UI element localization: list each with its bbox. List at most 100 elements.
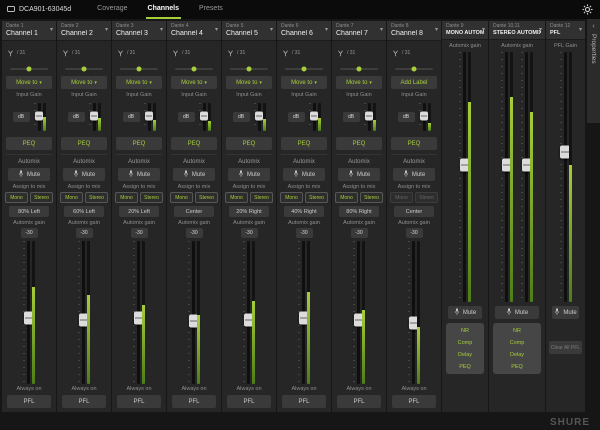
peq-button[interactable]: PEQ [495, 361, 539, 372]
channel-header[interactable]: Dante 7 Channel 7 ▾ [332, 21, 386, 41]
mute-button[interactable]: Mute [118, 168, 160, 181]
stereo-button[interactable]: Stereo [30, 192, 53, 203]
lobe-dot[interactable] [302, 67, 307, 72]
channel-header[interactable]: Dante 4 Channel 4 ▾ [167, 21, 221, 41]
input-gain-value[interactable]: dB [398, 112, 415, 122]
device-selector[interactable]: DCA901-63045d [7, 0, 71, 19]
input-gain-fader[interactable] [148, 103, 151, 131]
channel-header[interactable]: Dante 3 Channel 3 ▾ [112, 21, 166, 41]
channel-header[interactable]: Dante 8 Channel 8 ▾ [387, 21, 441, 41]
pan-value[interactable]: 60% Left [64, 206, 104, 217]
mute-button[interactable]: Mute [393, 168, 435, 181]
channel-header[interactable]: Dante 5 Channel 5 ▾ [222, 21, 276, 41]
automix-gain-value[interactable]: -30 [131, 228, 148, 238]
tab-coverage[interactable]: Coverage [95, 0, 129, 19]
automix-gain-value[interactable]: -30 [351, 228, 368, 238]
pan-value[interactable]: Center [394, 206, 434, 217]
settings-gear-icon[interactable] [582, 0, 593, 19]
stereo-button[interactable]: Stereo [140, 192, 163, 203]
channel-header[interactable]: Dante 6 Channel 6 ▾ [277, 21, 331, 41]
chevron-down-icon[interactable]: ▾ [105, 26, 108, 33]
input-gain-fader[interactable] [423, 103, 426, 131]
mute-button[interactable]: Mute [283, 168, 325, 181]
mute-button[interactable]: Mute [338, 168, 380, 181]
channel-fader[interactable] [302, 241, 305, 384]
comp-button[interactable]: Comp [495, 337, 539, 348]
move-to-button[interactable]: Move to ▾ [171, 76, 217, 89]
mute-button[interactable]: Mute [63, 168, 105, 181]
stereo-left-fader[interactable] [505, 52, 508, 302]
channel-fader[interactable] [27, 241, 30, 384]
fader-handle[interactable] [365, 111, 373, 120]
move-to-button[interactable]: Move to ▾ [226, 76, 272, 89]
tab-channels[interactable]: Channels [146, 0, 182, 19]
input-gain-fader[interactable] [258, 103, 261, 131]
chevron-down-icon[interactable]: ▾ [482, 26, 485, 33]
pan-value[interactable]: 20% Right [229, 206, 269, 217]
mono-button[interactable]: Mono [170, 192, 193, 203]
lobe-dot[interactable] [82, 67, 87, 72]
output-header[interactable]: Dante 12 PFL ▾ [546, 21, 585, 40]
pfl-button[interactable]: PFL [337, 395, 381, 408]
lobe-dot[interactable] [412, 67, 417, 72]
lobe-slider[interactable] [340, 68, 378, 70]
stereo-button[interactable]: Stereo [360, 192, 383, 203]
input-gain-value[interactable]: dB [178, 112, 195, 122]
lobe-dot[interactable] [137, 67, 142, 72]
stereo-button[interactable]: Stereo [415, 192, 438, 203]
output-header[interactable]: Dante 10,11 STEREO AUTOMIX ▾ [489, 21, 545, 40]
channel-fader[interactable] [82, 241, 85, 384]
mute-button[interactable]: Mute [228, 168, 270, 181]
pan-value[interactable]: 20% Left [119, 206, 159, 217]
lobe-dot[interactable] [357, 67, 362, 72]
fader-handle[interactable] [200, 111, 208, 120]
mono-button[interactable]: Mono [225, 192, 248, 203]
stereo-button[interactable]: Stereo [305, 192, 328, 203]
comp-button[interactable]: Comp [448, 337, 482, 348]
chevron-down-icon[interactable]: ▾ [270, 26, 273, 33]
mono-button[interactable]: Mono [280, 192, 303, 203]
channel-fader[interactable] [137, 241, 140, 384]
mono-button[interactable]: Mono [335, 192, 358, 203]
automix-gain-value[interactable]: -30 [76, 228, 93, 238]
chevron-down-icon[interactable]: ▾ [215, 26, 218, 33]
automix-gain-value[interactable]: -30 [186, 228, 203, 238]
input-gain-value[interactable]: dB [13, 112, 30, 122]
chevron-down-icon[interactable]: ▾ [380, 26, 383, 33]
pfl-button[interactable]: PFL [7, 395, 51, 408]
input-gain-fader[interactable] [203, 103, 206, 131]
peq-button[interactable]: PEQ [61, 137, 107, 150]
input-gain-fader[interactable] [38, 103, 41, 131]
pfl-fader[interactable] [564, 52, 567, 302]
properties-panel-tab[interactable]: ‹ Properties [587, 19, 600, 123]
pfl-button[interactable]: PFL [282, 395, 326, 408]
input-gain-value[interactable]: dB [233, 112, 250, 122]
lobe-slider[interactable] [175, 68, 213, 70]
peq-button[interactable]: PEQ [116, 137, 162, 150]
lobe-dot[interactable] [247, 67, 252, 72]
move-to-button[interactable]: Move to ▾ [116, 76, 162, 89]
peq-button[interactable]: PEQ [171, 137, 217, 150]
lobe-dot[interactable] [192, 67, 197, 72]
mute-button[interactable]: Mute [173, 168, 215, 181]
channel-fader[interactable] [247, 241, 250, 384]
stereo-right-fader[interactable] [525, 52, 528, 302]
lobe-slider[interactable] [230, 68, 268, 70]
chevron-down-icon[interactable]: ▾ [325, 26, 328, 33]
mono-button[interactable]: Mono [390, 192, 413, 203]
channel-header[interactable]: Dante 1 Channel 1 ▾ [2, 21, 56, 41]
automix-gain-value[interactable]: -30 [406, 228, 423, 238]
delay-button[interactable]: Delay [448, 349, 482, 360]
input-gain-fader[interactable] [368, 103, 371, 131]
mute-button[interactable]: Mute [495, 306, 539, 319]
pan-value[interactable]: Center [174, 206, 214, 217]
delay-button[interactable]: Delay [495, 349, 539, 360]
move-to-button[interactable]: Move to ▾ [336, 76, 382, 89]
chevron-down-icon[interactable]: ▾ [435, 26, 438, 33]
mono-output-fader[interactable] [463, 52, 466, 302]
nr-button[interactable]: NR [448, 325, 482, 336]
move-to-button[interactable]: Move to ▾ [6, 76, 52, 89]
pan-value[interactable]: 40% Right [284, 206, 324, 217]
lobe-slider[interactable] [120, 68, 158, 70]
automix-gain-value[interactable]: -30 [21, 228, 38, 238]
